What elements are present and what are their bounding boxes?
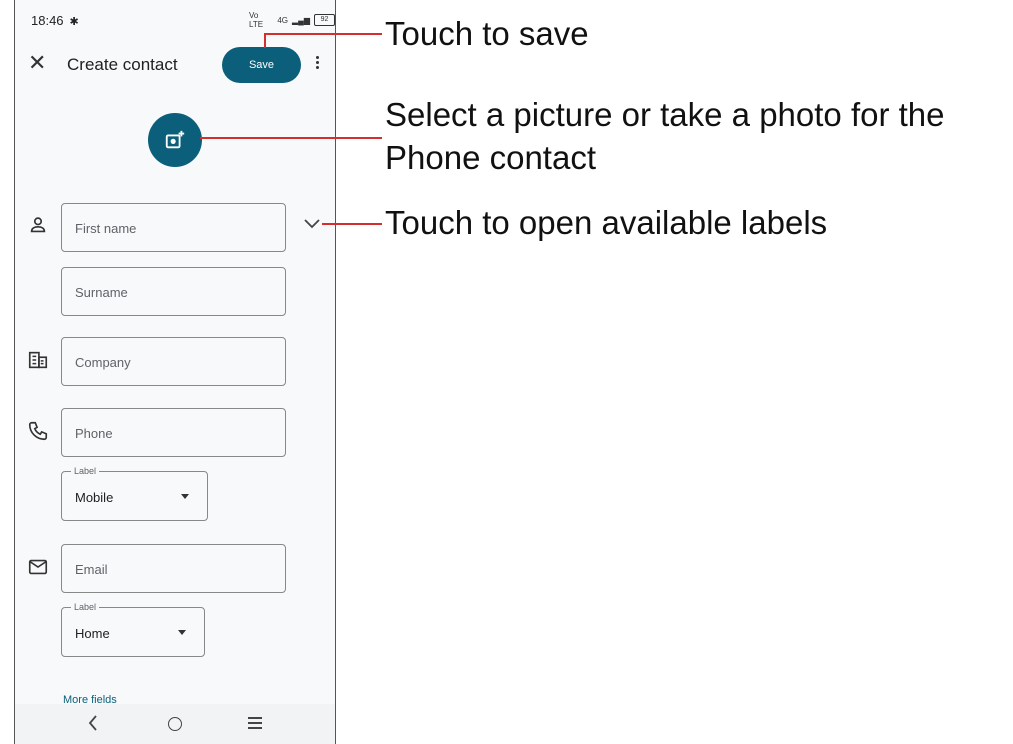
home-icon[interactable] bbox=[168, 717, 182, 731]
phone-label-value: Mobile bbox=[75, 490, 114, 505]
labels-annotation: Touch to open available labels bbox=[385, 204, 828, 241]
phone-label-legend: Label bbox=[71, 466, 100, 476]
phone-field[interactable]: Phone bbox=[61, 408, 286, 457]
email-placeholder: Email bbox=[75, 562, 108, 577]
status-time: 18:46 ✱ bbox=[31, 13, 79, 28]
email-label-select[interactable]: Label Home bbox=[61, 602, 205, 657]
email-label-value: Home bbox=[75, 626, 110, 641]
add-photo-icon bbox=[165, 130, 185, 149]
network-text: Vo LTE bbox=[249, 11, 264, 29]
back-icon[interactable] bbox=[87, 714, 99, 732]
phone-icon bbox=[28, 421, 48, 441]
signal-icon: ▂▄▆ bbox=[292, 15, 311, 25]
navigation-bar bbox=[15, 704, 335, 744]
person-icon bbox=[30, 217, 46, 233]
phone-placeholder: Phone bbox=[75, 426, 113, 441]
email-label-legend: Label bbox=[71, 602, 100, 612]
photo-annotation-line1: Select a picture or take a photo for the bbox=[385, 96, 945, 133]
company-field[interactable]: Company bbox=[61, 337, 286, 386]
photo-callout-line bbox=[200, 137, 382, 139]
first-name-field[interactable]: First name bbox=[61, 203, 286, 252]
phone-screen: 18:46 ✱ Vo LTE 4G ▂▄▆ 92 ✕ Create contact… bbox=[14, 0, 336, 744]
first-name-placeholder: First name bbox=[75, 221, 137, 236]
company-placeholder: Company bbox=[75, 355, 131, 370]
signal-text: 4G bbox=[277, 15, 289, 25]
save-annotation: Touch to save bbox=[385, 15, 589, 52]
settings-status-icon: ✱ bbox=[69, 16, 79, 28]
email-field[interactable]: Email bbox=[61, 544, 286, 593]
save-callout-line bbox=[264, 33, 382, 35]
close-icon[interactable]: ✕ bbox=[28, 51, 46, 75]
dropdown-arrow-icon bbox=[178, 630, 186, 635]
phone-label-select[interactable]: Label Mobile bbox=[61, 466, 208, 521]
page-title: Create contact bbox=[67, 55, 178, 74]
add-photo-button[interactable] bbox=[148, 113, 202, 167]
save-callout-connector bbox=[264, 33, 266, 48]
battery-icon: 92 bbox=[314, 14, 335, 26]
surname-placeholder: Surname bbox=[75, 285, 128, 300]
photo-annotation-line2: Phone contact bbox=[385, 139, 596, 176]
dropdown-arrow-icon bbox=[181, 494, 189, 499]
more-vert-icon[interactable] bbox=[311, 54, 323, 76]
recents-icon[interactable] bbox=[248, 717, 262, 732]
status-icons: Vo LTE 4G ▂▄▆ 92 bbox=[249, 11, 335, 29]
time-text: 18:46 bbox=[31, 13, 64, 28]
company-icon bbox=[28, 351, 48, 369]
chevron-down-icon[interactable] bbox=[303, 217, 321, 231]
email-icon bbox=[28, 559, 48, 575]
save-button[interactable]: Save bbox=[222, 47, 301, 83]
labels-callout-line bbox=[322, 223, 382, 225]
surname-field[interactable]: Surname bbox=[61, 267, 286, 316]
